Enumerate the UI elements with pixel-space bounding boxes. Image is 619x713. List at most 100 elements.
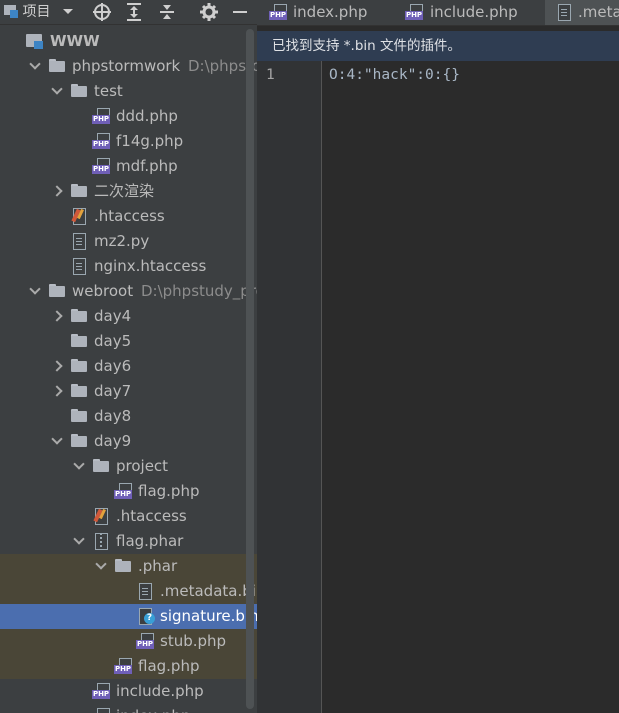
- tree-item[interactable]: PHP f14g.php: [0, 129, 257, 154]
- tree-item-label: flag.php: [138, 482, 200, 500]
- tree-item-label: ddd.php: [116, 107, 178, 125]
- tree-item-label: WWW: [50, 32, 100, 50]
- tree-item-label: mz2.py: [94, 232, 150, 250]
- panel-scrollbar[interactable]: [246, 29, 254, 709]
- project-tree: WWW phpstormworkD:\phpstorm test PHP ddd.php…: [0, 29, 257, 713]
- tab-index-php[interactable]: PHP index.php: [269, 0, 395, 25]
- text-file-icon: [555, 4, 573, 21]
- tree-item[interactable]: .phar: [0, 554, 257, 579]
- tree-item[interactable]: PHP flag.php: [0, 479, 257, 504]
- chevron-down-icon[interactable]: [50, 429, 64, 454]
- project-title: 项目: [22, 4, 51, 20]
- tree-item-label: 二次渲染: [94, 182, 155, 200]
- folder-icon: [70, 358, 88, 375]
- tree-item-label: flag.phar: [116, 532, 184, 550]
- project-view-selector[interactable]: 项目: [4, 0, 50, 24]
- tree-item[interactable]: mz2.py: [0, 229, 257, 254]
- gear-icon[interactable]: [199, 0, 219, 24]
- tree-item[interactable]: PHP index.php: [0, 704, 257, 713]
- tree-item[interactable]: day4: [0, 304, 257, 329]
- tree-item[interactable]: day6: [0, 354, 257, 379]
- php-file-icon: PHP: [92, 683, 110, 700]
- tree-item[interactable]: ? signature.bin: [0, 604, 257, 629]
- hide-panel-icon[interactable]: [231, 0, 249, 24]
- tree-item-label: stub.php: [160, 632, 227, 650]
- chevron-right-icon[interactable]: [50, 354, 64, 379]
- tree-item[interactable]: PHP mdf.php: [0, 154, 257, 179]
- php-file-icon: PHP: [114, 658, 132, 675]
- php-file-icon: PHP: [114, 483, 132, 500]
- collapse-all-icon[interactable]: [158, 0, 176, 24]
- locate-file-icon[interactable]: [92, 0, 112, 24]
- line-number-gutter: 1: [257, 61, 322, 713]
- tree-item-label: flag.php: [138, 657, 200, 675]
- project-module-icon: [4, 5, 18, 18]
- folder-icon: [92, 458, 110, 475]
- folder-icon: [70, 433, 88, 450]
- htaccess-file-icon: [92, 508, 110, 525]
- chevron-right-icon[interactable]: [50, 179, 64, 204]
- tree-item-label: .htaccess: [116, 507, 187, 525]
- plugin-suggestion-banner: 已找到支持 *.bin 文件的插件。: [257, 31, 619, 61]
- php-file-icon: PHP: [92, 133, 110, 150]
- tree-item[interactable]: PHP stub.php: [0, 629, 257, 654]
- tree-item-label: nginx.htaccess: [94, 257, 207, 275]
- chevron-down-icon[interactable]: [50, 79, 64, 104]
- php-file-icon: PHP: [269, 4, 287, 21]
- dropdown-chevron-icon[interactable]: [62, 0, 74, 24]
- chevron-right-icon[interactable]: [50, 304, 64, 329]
- php-file-icon: PHP: [92, 158, 110, 175]
- tree-item-label: .phar: [138, 557, 178, 575]
- tree-item[interactable]: .htaccess: [0, 204, 257, 229]
- text-file-icon: [70, 258, 88, 275]
- tree-item-label: webroot: [72, 282, 134, 300]
- php-file-icon: PHP: [92, 708, 110, 713]
- tab-metadata-bin[interactable]: .meta: [545, 0, 619, 25]
- tree-item-label: signature.bin: [160, 607, 257, 625]
- tree-item[interactable]: day9: [0, 429, 257, 454]
- tree-item[interactable]: day5: [0, 329, 257, 354]
- tab-include-php[interactable]: PHP include.php: [405, 0, 545, 25]
- folder-icon: [70, 183, 88, 200]
- text-file-icon: [70, 233, 88, 250]
- tree-item[interactable]: PHP include.php: [0, 679, 257, 704]
- tree-item[interactable]: webroot D:\phpstudy_pro\W: [0, 279, 257, 304]
- tree-item[interactable]: test: [0, 79, 257, 104]
- tree-item[interactable]: nginx.htaccess: [0, 254, 257, 279]
- tree-item[interactable]: .metadata.bin: [0, 579, 257, 604]
- tree-item[interactable]: day7: [0, 379, 257, 404]
- tree-item[interactable]: phpstormworkD:\phpstorm: [0, 54, 257, 79]
- tree-item-label: f14g.php: [116, 132, 184, 150]
- expand-all-icon[interactable]: [125, 0, 143, 24]
- chevron-down-icon[interactable]: [72, 454, 86, 479]
- folder-icon: [48, 58, 66, 75]
- folder-icon: [70, 408, 88, 425]
- chevron-down-icon[interactable]: [94, 554, 108, 579]
- tree-item-label: mdf.php: [116, 157, 178, 175]
- folder-icon: [70, 308, 88, 325]
- php-file-icon: PHP: [136, 633, 154, 650]
- code-line[interactable]: O:4:"hack":0:{}: [329, 67, 460, 83]
- chevron-down-icon[interactable]: [72, 529, 86, 554]
- chevron-down-icon[interactable]: [28, 279, 42, 304]
- archive-file-icon: [92, 533, 110, 550]
- text-file-icon: [136, 583, 154, 600]
- chevron-right-icon[interactable]: [50, 379, 64, 404]
- folder-icon: [70, 83, 88, 100]
- tree-item[interactable]: .htaccess: [0, 504, 257, 529]
- tree-item-label: test: [94, 82, 123, 100]
- tree-item[interactable]: 二次渲染: [0, 179, 257, 204]
- tree-item[interactable]: PHP flag.php: [0, 654, 257, 679]
- tree-item[interactable]: flag.phar: [0, 529, 257, 554]
- chevron-down-icon[interactable]: [28, 54, 42, 79]
- code-editor[interactable]: O:4:"hack":0:{}: [322, 61, 619, 713]
- tree-item[interactable]: project: [0, 454, 257, 479]
- tree-item[interactable]: day8: [0, 404, 257, 429]
- tree-item[interactable]: WWW: [0, 29, 257, 54]
- tree-item[interactable]: PHP ddd.php: [0, 104, 257, 129]
- folder-icon: [70, 333, 88, 350]
- tree-item-label: day8: [94, 407, 132, 425]
- tree-item-path: D:\phpstudy_pro\W: [141, 282, 257, 300]
- banner-text: 已找到支持 *.bin 文件的插件。: [272, 38, 461, 54]
- project-toolbar: 项目: [0, 0, 257, 25]
